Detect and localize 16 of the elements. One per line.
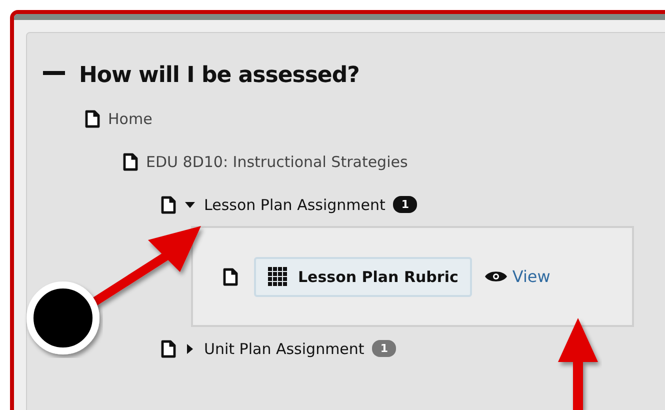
tree-item-label[interactable]: Lesson Plan Assignment	[204, 196, 386, 214]
document-icon	[223, 268, 238, 286]
rubric-button[interactable]: Lesson Plan Rubric	[254, 256, 472, 296]
count-badge: 1	[372, 340, 396, 357]
tree-item-label[interactable]: Home	[108, 110, 152, 128]
document-icon	[161, 340, 176, 358]
count-badge: 1	[393, 196, 418, 213]
document-icon	[85, 110, 100, 128]
document-icon	[123, 152, 138, 170]
tree-item-label[interactable]: Unit Plan Assignment	[204, 340, 364, 358]
eye-icon	[484, 270, 508, 283]
section-heading: How will I be assessed?	[79, 62, 360, 88]
tree-item-label[interactable]: EDU 8D10: Instructional Strategies	[146, 152, 408, 170]
grid-icon	[268, 266, 288, 286]
document-icon	[161, 196, 176, 214]
view-link[interactable]: View	[512, 267, 550, 286]
